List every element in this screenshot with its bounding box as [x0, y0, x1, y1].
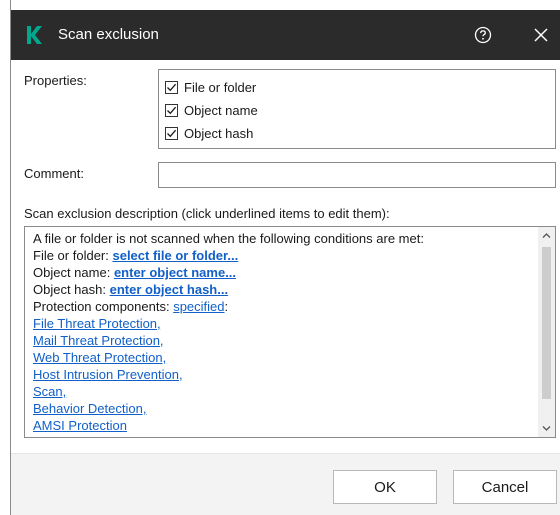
checkbox-object-name[interactable] [165, 103, 178, 117]
description-box: A file or folder is not scanned when the… [24, 226, 556, 438]
object-name-label: Object name: [33, 265, 114, 280]
object-hash-line: Object hash: enter object hash... [33, 281, 533, 298]
comment-label: Comment: [24, 166, 84, 181]
dialog-footer: OK Cancel [11, 454, 560, 515]
cancel-button[interactable]: Cancel [453, 470, 557, 504]
description-heading: Scan exclusion description (click underl… [24, 206, 390, 221]
select-file-or-folder-link[interactable]: select file or folder... [112, 248, 238, 263]
components-specified-link[interactable]: specified [173, 299, 224, 314]
scroll-up-icon[interactable] [538, 227, 555, 244]
component-link-host-intrusion-prevention[interactable]: Host Intrusion Prevention, [33, 367, 183, 382]
close-icon[interactable] [532, 26, 550, 44]
description-scrollbar[interactable] [538, 227, 555, 437]
kaspersky-logo-icon [27, 26, 42, 44]
property-object-hash[interactable]: Object hash [165, 123, 253, 143]
title-bar: Scan exclusion [11, 0, 560, 70]
checkbox-label: Object hash [184, 125, 254, 141]
scrollbar-thumb[interactable] [542, 247, 551, 399]
checkbox-file-or-folder[interactable] [165, 80, 178, 94]
property-file-or-folder[interactable]: File or folder [165, 77, 256, 97]
component-link-scan[interactable]: Scan, [33, 384, 66, 399]
component-link-behavior-detection[interactable]: Behavior Detection, [33, 401, 146, 416]
file-or-folder-line: File or folder: select file or folder... [33, 247, 533, 264]
scroll-down-icon[interactable] [538, 420, 555, 437]
component-link-mail-threat-protection[interactable]: Mail Threat Protection, [33, 333, 164, 348]
enter-object-hash-link[interactable]: enter object hash... [110, 282, 228, 297]
check-icon [167, 129, 177, 137]
object-name-line: Object name: enter object name... [33, 264, 533, 281]
object-hash-label: Object hash: [33, 282, 110, 297]
dialog-title: Scan exclusion [58, 26, 159, 43]
check-icon [167, 83, 177, 91]
help-icon[interactable] [474, 26, 492, 44]
property-object-name[interactable]: Object name [165, 100, 258, 120]
protection-components-line: Protection components: specified: [33, 298, 533, 315]
components-suffix: : [224, 299, 229, 314]
properties-list: File or folder Object name Object hash [158, 69, 556, 149]
checkbox-label: Object name [184, 102, 258, 118]
enter-object-name-link[interactable]: enter object name... [114, 265, 236, 280]
comment-input[interactable] [158, 162, 556, 188]
component-link-amsi-protection[interactable]: AMSI Protection [33, 418, 127, 433]
component-link-file-threat-protection[interactable]: File Threat Protection, [33, 316, 161, 331]
description-intro: A file or folder is not scanned when the… [33, 231, 424, 246]
protection-components-label: Protection components: [33, 299, 174, 314]
ok-button[interactable]: OK [333, 470, 437, 504]
file-or-folder-label: File or folder: [33, 248, 113, 263]
properties-label: Properties: [24, 73, 87, 88]
component-link-web-threat-protection[interactable]: Web Threat Protection, [33, 350, 166, 365]
checkbox-label: File or folder [184, 79, 257, 95]
checkbox-object-hash[interactable] [165, 126, 178, 140]
scan-exclusion-dialog: Scan exclusion Properties: File or folde… [10, 0, 560, 515]
check-icon [167, 106, 177, 114]
